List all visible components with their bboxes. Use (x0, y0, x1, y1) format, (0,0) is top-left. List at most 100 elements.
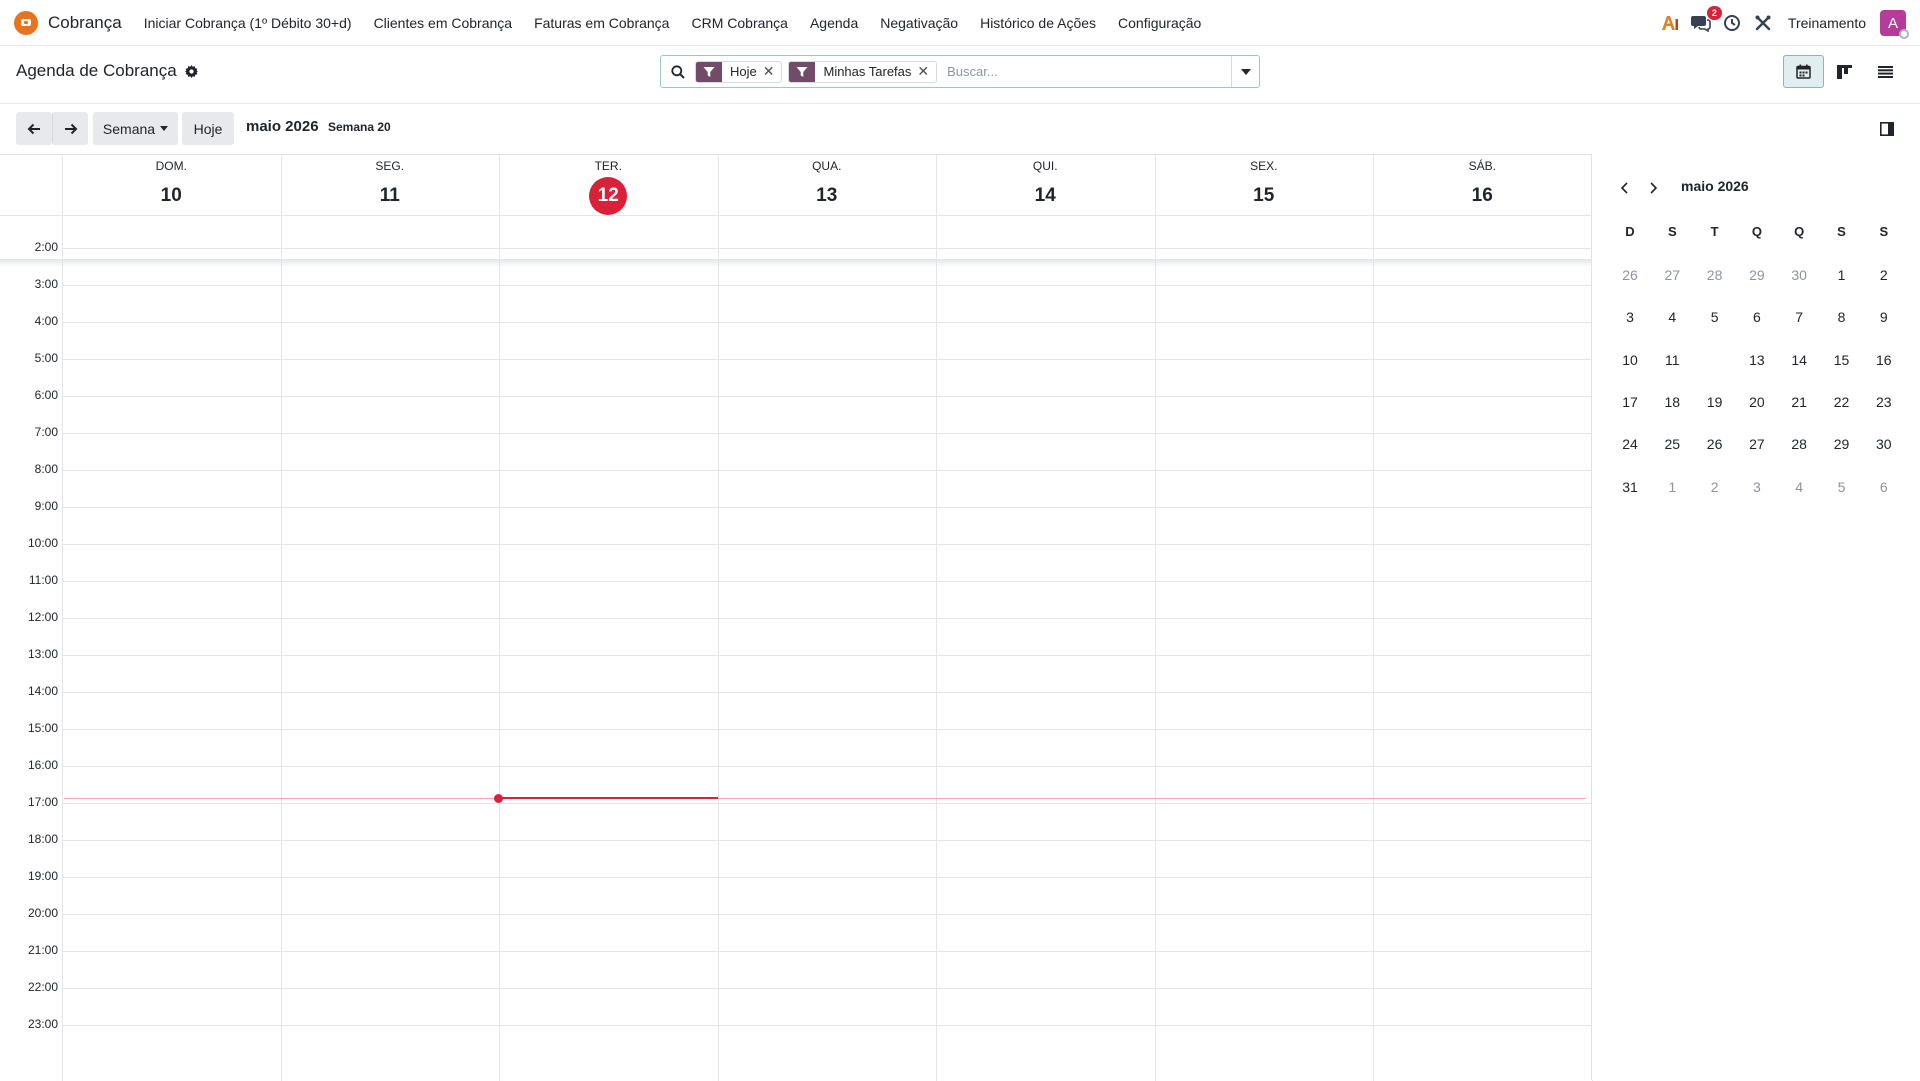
mini-day[interactable]: 3 (1736, 472, 1778, 502)
day-header[interactable]: TER. 12 (499, 155, 718, 215)
mini-day[interactable]: 23 (1863, 387, 1905, 417)
menu-item-historico[interactable]: Histórico de Ações (980, 15, 1096, 31)
mini-day[interactable]: 1 (1821, 260, 1863, 290)
mini-day[interactable]: 5 (1821, 472, 1863, 502)
clock-icon[interactable] (1721, 12, 1743, 34)
menu-item-agenda[interactable]: Agenda (810, 15, 858, 31)
mini-day-today[interactable]: 12 (1694, 341, 1736, 375)
mini-day[interactable]: 1 (1651, 472, 1693, 502)
remove-facet-icon[interactable]: ✕ (917, 63, 936, 80)
mini-calendar-title: maio 2026 (1681, 178, 1749, 194)
menu-item-configuracao[interactable]: Configuração (1118, 15, 1201, 31)
mini-day-number: 2 (1879, 267, 1888, 283)
hour-label: 13:00 (27, 647, 58, 661)
menu-item-faturas[interactable]: Faturas em Cobrança (534, 15, 669, 31)
mini-day[interactable]: 2 (1694, 472, 1736, 502)
gear-icon[interactable] (184, 64, 198, 78)
control-panel: Agenda de Cobrança Hoje ✕ Minhas Tarefas… (0, 46, 1920, 104)
mini-prev-month-icon[interactable] (1616, 180, 1632, 196)
mini-day[interactable]: 18 (1651, 387, 1693, 417)
previous-button[interactable] (16, 112, 52, 145)
mini-day[interactable]: 31 (1609, 472, 1651, 502)
mini-day[interactable]: 5 (1694, 302, 1736, 332)
app-brand[interactable]: Cobrança (48, 13, 122, 33)
remove-facet-icon[interactable]: ✕ (763, 63, 782, 80)
tools-icon[interactable] (1752, 12, 1774, 34)
day-header[interactable]: SÁB. 16 (1373, 155, 1592, 215)
company-switcher[interactable]: Treinamento (1788, 15, 1866, 31)
mini-day[interactable]: 26 (1609, 260, 1651, 290)
scale-dropdown[interactable]: Semana (93, 112, 178, 145)
mini-day[interactable]: 11 (1651, 345, 1693, 375)
mini-day[interactable]: 17 (1609, 387, 1651, 417)
mini-day[interactable]: 2 (1863, 260, 1905, 290)
ai-icon[interactable] (1659, 12, 1681, 34)
kanban-view-button[interactable] (1824, 55, 1865, 88)
mini-day[interactable]: 22 (1821, 387, 1863, 417)
menu-item-iniciar-cobranca[interactable]: Iniciar Cobrança (1º Débito 30+d) (144, 15, 352, 31)
mini-day[interactable]: 10 (1609, 345, 1651, 375)
filter-icon (696, 61, 722, 82)
search-input[interactable] (943, 59, 1231, 84)
search-options-toggle[interactable] (1231, 56, 1259, 87)
mini-day-number: 24 (1622, 436, 1638, 453)
mini-day[interactable]: 13 (1736, 345, 1778, 375)
day-header[interactable]: SEG. 11 (281, 155, 500, 215)
mini-day-number: 28 (1791, 436, 1807, 453)
side-panel-toggle-icon[interactable] (1878, 120, 1896, 138)
mini-day-number: 28 (1706, 267, 1723, 283)
menu-item-negativacao[interactable]: Negativação (880, 15, 958, 31)
day-header[interactable]: QUA. 13 (718, 155, 937, 215)
mini-day[interactable]: 4 (1651, 302, 1693, 332)
hour-label: 18:00 (27, 832, 58, 846)
next-button[interactable] (52, 112, 88, 145)
facet-hoje: Hoje ✕ (695, 60, 783, 83)
mini-day[interactable]: 6 (1863, 472, 1905, 502)
day-header[interactable]: SEX. 15 (1155, 155, 1374, 215)
hour-label: 15:00 (27, 721, 58, 735)
menu-item-crm[interactable]: CRM Cobrança (691, 15, 787, 31)
mini-next-month-icon[interactable] (1646, 180, 1662, 196)
day-name: SÁB. (1468, 159, 1496, 173)
today-button[interactable]: Hoje (182, 112, 234, 145)
mini-day[interactable]: 15 (1821, 345, 1863, 375)
mini-day[interactable]: 25 (1651, 429, 1693, 459)
mini-day[interactable]: 8 (1821, 302, 1863, 332)
mini-day[interactable]: 9 (1863, 302, 1905, 332)
search-icon (669, 64, 687, 79)
mini-day-number: 27 (1664, 267, 1681, 283)
mini-day[interactable]: 14 (1778, 345, 1820, 375)
mini-day[interactable]: 7 (1778, 302, 1820, 332)
mini-weekday-header: D (1625, 224, 1635, 239)
mini-day[interactable]: 3 (1609, 302, 1651, 332)
mini-day-number: 14 (1791, 351, 1807, 368)
calendar-view-button[interactable] (1783, 55, 1824, 88)
mini-day[interactable]: 27 (1736, 429, 1778, 459)
mini-day[interactable]: 24 (1609, 429, 1651, 459)
day-header[interactable]: QUI. 14 (936, 155, 1155, 215)
messages-icon[interactable]: 2 (1690, 6, 1722, 34)
mini-day[interactable]: 21 (1778, 387, 1820, 417)
day-header[interactable]: DOM. 10 (62, 155, 281, 215)
app-logo-icon[interactable] (14, 10, 38, 35)
mini-day[interactable]: 16 (1863, 345, 1905, 375)
hour-gridline (62, 433, 1592, 434)
mini-day[interactable]: 28 (1694, 260, 1736, 290)
mini-day[interactable]: 28 (1778, 429, 1820, 459)
mini-day[interactable]: 4 (1778, 472, 1820, 502)
menu-item-clientes[interactable]: Clientes em Cobrança (374, 15, 513, 31)
mini-day[interactable]: 26 (1694, 429, 1736, 459)
facet-label: Minhas Tarefas (823, 64, 912, 79)
mini-day[interactable]: 19 (1694, 387, 1736, 417)
mini-day[interactable]: 20 (1736, 387, 1778, 417)
mini-day[interactable]: 29 (1821, 429, 1863, 459)
view-switcher (1783, 55, 1906, 88)
mini-day[interactable]: 27 (1651, 260, 1693, 290)
top-navbar: Cobrança Iniciar Cobrança (1º Débito 30+… (0, 0, 1920, 46)
list-view-button[interactable] (1865, 55, 1906, 88)
mini-day[interactable]: 30 (1863, 429, 1905, 459)
mini-day[interactable]: 6 (1736, 302, 1778, 332)
user-avatar[interactable]: A (1880, 10, 1909, 39)
mini-day[interactable]: 29 (1736, 260, 1778, 290)
mini-day[interactable]: 30 (1778, 260, 1820, 290)
